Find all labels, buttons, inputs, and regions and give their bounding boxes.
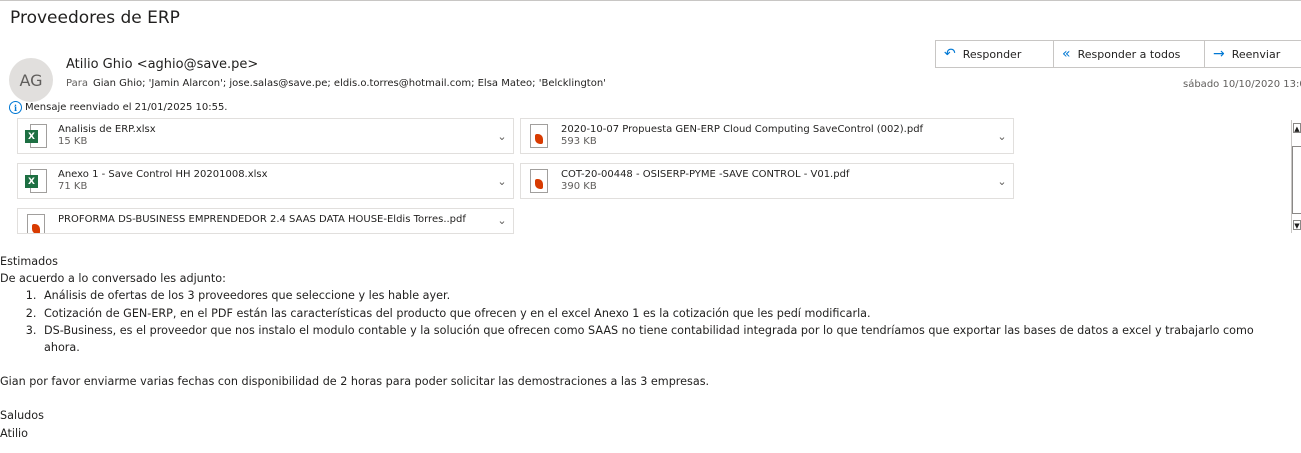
attachment-name: COT-20-00448 - OSISERP-PYME -SAVE CONTRO… <box>561 169 850 180</box>
chevron-down-icon[interactable]: ⌄ <box>991 130 1013 143</box>
attachment-size: 593 KB <box>561 136 597 147</box>
sender-name[interactable]: Atilio Ghio <aghio@save.pe> <box>66 57 258 72</box>
request: Gian por favor enviarme varias fechas co… <box>0 375 710 389</box>
pdf-file-icon <box>528 124 550 148</box>
attachment-size: 71 KB <box>58 181 88 192</box>
info-icon: i <box>9 101 22 114</box>
scroll-down-icon[interactable]: ▼ <box>1293 220 1301 230</box>
email-subject: Proveedores de ERP <box>10 8 180 28</box>
attachment-size: 15 KB <box>58 136 88 147</box>
reply-icon: ↶ <box>944 46 956 62</box>
attachment-item[interactable]: X Analisis de ERP.xlsx 15 KB ⌄ <box>17 118 514 154</box>
chevron-down-icon[interactable]: ⌄ <box>491 175 513 188</box>
attachments-scrollbar[interactable]: ▲ ▼ <box>1291 120 1301 233</box>
to-label: Para <box>66 78 88 89</box>
signature: Atilio <box>0 426 29 440</box>
attachment-name: Analisis de ERP.xlsx <box>58 124 156 135</box>
intro: De acuerdo a lo conversado les adjunto: <box>0 272 226 286</box>
list-item-continuation: ahora. <box>44 341 80 355</box>
excel-file-icon: X <box>25 169 47 193</box>
list-item: Análisis de ofertas de los 3 proveedores… <box>40 287 1301 304</box>
reply-all-icon: « <box>1062 46 1071 62</box>
message-actions: ↶ Responder «Responder a todos → Reenviar … <box>935 40 1301 68</box>
attachment-size: 390 KB <box>561 181 597 192</box>
greeting: Estimados <box>0 255 58 268</box>
reply-all-button[interactable]: « Responder a todos <box>1053 40 1205 68</box>
reply-label: Responder <box>962 47 1022 61</box>
forward-button[interactable]: → Reenviar <box>1204 40 1301 68</box>
forward-info-text: Mensaje reenviado el 21/01/2025 10:55. <box>25 102 228 113</box>
attachment-name: Anexo 1 - Save Control HH 20201008.xlsx <box>58 169 268 180</box>
sender-avatar[interactable]: AG <box>9 58 53 102</box>
list-item: DS-Business, es el proveedor que nos ins… <box>40 322 1301 339</box>
message-body: Estimados De acuerdo a lo conversado les… <box>0 253 1301 442</box>
forward-label: Reenviar <box>1231 47 1281 61</box>
recipients-list[interactable]: Gian Ghio; 'Jamin Alarcon'; jose.salas@s… <box>93 78 606 89</box>
attachment-item[interactable]: PROFORMA DS-BUSINESS EMPRENDEDOR 2.4 SAA… <box>17 208 514 234</box>
reply-button[interactable]: ↶ Responder <box>935 40 1054 68</box>
avatar-initials: AG <box>19 70 43 90</box>
list-item: Cotización de GEN-ERP, en el PDF están l… <box>40 305 1301 322</box>
closing: Saludos <box>0 409 44 423</box>
recipients-row: Para Gian Ghio; 'Jamin Alarcon'; jose.sal… <box>66 78 606 89</box>
attachment-item[interactable]: COT-20-00448 - OSISERP-PYME -SAVE CONTRO… <box>520 163 1014 199</box>
attachment-item[interactable]: X Anexo 1 - Save Control HH 20201008.xls… <box>17 163 514 199</box>
attachment-item[interactable]: 2020-10-07 Propuesta GEN-ERP Cloud Compu… <box>520 118 1014 154</box>
pdf-file-icon <box>25 214 47 233</box>
scroll-track[interactable] <box>1292 146 1301 214</box>
attachment-name: PROFORMA DS-BUSINESS EMPRENDEDOR 2.4 SAA… <box>58 214 466 225</box>
chevron-down-icon[interactable]: ⌄ <box>491 130 513 143</box>
excel-file-icon: X <box>25 124 47 148</box>
scroll-up-icon[interactable]: ▲ <box>1293 123 1301 133</box>
pdf-file-icon <box>528 169 550 193</box>
chevron-down-icon[interactable]: ⌄ <box>491 214 513 227</box>
chevron-down-icon[interactable]: ⌄ <box>991 175 1013 188</box>
sent-date: sábado 10/10/2020 13:0 <box>1183 79 1301 90</box>
reply-all-label: Responder a todos <box>1077 47 1181 61</box>
top-border <box>0 0 1301 1</box>
forward-icon: → <box>1213 46 1225 62</box>
attachment-name: 2020-10-07 Propuesta GEN-ERP Cloud Compu… <box>561 124 924 135</box>
forward-info: i Mensaje reenviado el 21/01/2025 10:55. <box>9 101 228 114</box>
attachment-list: Análisis de ofertas de los 3 proveedores… <box>0 287 1301 339</box>
